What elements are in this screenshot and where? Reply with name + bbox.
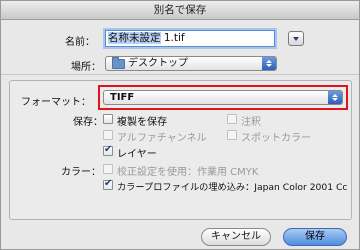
filename-extension-text: 1.tif <box>160 32 185 44</box>
location-popup[interactable]: デスクトップ <box>105 56 277 71</box>
notes-checkbox[interactable] <box>227 114 237 124</box>
proof-setup-checkbox[interactable] <box>103 164 113 174</box>
filename-selected-text: 名称未設定 <box>108 32 161 44</box>
disclosure-triangle-icon <box>293 36 299 41</box>
save-as-dialog: 別名で保存 名前： 名称未設定 1.tif 場所： デスクトップ フォーマット：… <box>0 0 360 250</box>
proof-option-label: 校正設定を使用：作業用 CMYK <box>117 167 259 178</box>
location-label: 場所： <box>71 62 101 73</box>
layers-checkbox[interactable] <box>103 144 113 156</box>
format-highlight-frame <box>98 85 348 110</box>
alpha-option-label: アルファチャンネル <box>117 133 207 144</box>
alpha-checkbox[interactable] <box>103 130 113 140</box>
popup-arrows-icon <box>262 57 276 70</box>
save-section-label: 保存： <box>73 117 103 128</box>
color-section-label: カラー： <box>61 167 101 178</box>
layers-option-label: レイヤー <box>117 149 157 160</box>
folder-icon <box>112 57 125 69</box>
filename-label: 名前： <box>65 37 95 48</box>
copy-option-label: 複製を保存 <box>117 117 167 128</box>
icc-option-label: カラープロファイルの埋め込み：Japan Color 2001 Cc <box>117 182 348 193</box>
save-button[interactable]: 保存 <box>283 228 347 246</box>
format-label: フォーマット： <box>21 97 91 108</box>
spot-option-label: スポットカラー <box>241 133 311 144</box>
divider <box>1 74 359 75</box>
copy-checkbox[interactable] <box>103 114 113 124</box>
spot-color-checkbox[interactable] <box>227 130 237 140</box>
expand-browser-button[interactable] <box>288 31 304 46</box>
cancel-button[interactable]: キャンセル <box>201 228 271 246</box>
location-value: デスクトップ <box>128 58 188 69</box>
icc-profile-checkbox[interactable] <box>103 178 113 190</box>
filename-field[interactable]: 名称未設定 1.tif <box>105 30 275 47</box>
notes-option-label: 注釈 <box>241 117 261 128</box>
window-title: 別名で保存 <box>1 1 359 20</box>
